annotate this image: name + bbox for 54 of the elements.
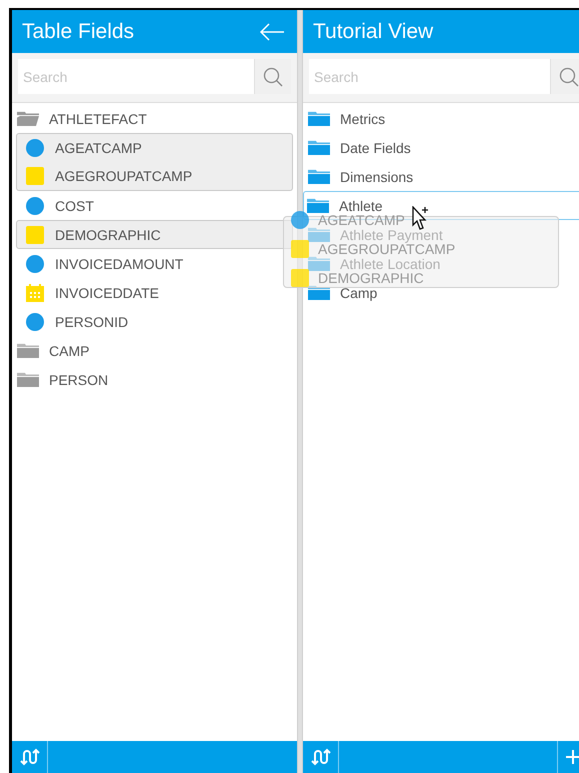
folder-icon <box>307 198 329 213</box>
folder-row[interactable]: Dimensions <box>303 169 579 184</box>
item-label: DEMOGRAPHIC <box>318 270 424 284</box>
item-label: CAMP <box>49 344 90 358</box>
item-label: Date Fields <box>340 140 411 154</box>
cursor-icon <box>412 206 430 232</box>
panel-title: Tutorial View <box>313 18 434 45</box>
folder-icon <box>308 256 330 271</box>
item-label: Metrics <box>340 112 386 126</box>
item-label: Athlete <box>339 198 383 212</box>
item-label: PERSONID <box>55 314 128 328</box>
item-label: AGEGROUPATCAMP <box>55 169 192 183</box>
item-label: COST <box>55 198 94 212</box>
folder-row[interactable]: CAMP <box>16 336 293 365</box>
item-label: INVOICEDDATE <box>55 286 159 300</box>
folder-row[interactable]: Camp <box>303 285 579 300</box>
folder-icon <box>308 169 330 184</box>
folder-icon <box>308 111 330 126</box>
search-icon <box>559 66 579 86</box>
folder-icon <box>17 372 39 387</box>
folder-row[interactable]: Date Fields <box>303 140 579 155</box>
folder-icon <box>308 140 330 155</box>
swap-arrows-icon <box>310 748 330 766</box>
item-label: ATHLETEFACT <box>49 112 147 126</box>
field-row[interactable]: DEMOGRAPHIC <box>16 220 293 249</box>
item-label: PERSON <box>49 372 108 386</box>
search-field[interactable]: Search <box>18 59 254 94</box>
field-row[interactable]: AGEGROUPATCAMP <box>16 162 293 191</box>
field-row[interactable]: COST <box>16 191 293 220</box>
item-label: INVOICEDAMOUNT <box>55 256 184 270</box>
plus-icon <box>566 750 579 764</box>
item-label: Athlete Location <box>340 256 440 270</box>
folder-icon <box>17 111 39 126</box>
field-row[interactable]: INVOICEDDATE <box>16 278 293 307</box>
field-row[interactable]: PERSONID <box>16 307 293 336</box>
field-row[interactable]: AGEATCAMP <box>16 133 293 162</box>
swap-arrows-icon <box>20 748 40 766</box>
folder-icon <box>17 343 39 358</box>
folder-icon <box>308 227 330 242</box>
item-label: DEMOGRAPHIC <box>55 228 161 242</box>
item-label: Dimensions <box>340 170 414 184</box>
item-label: Camp <box>340 286 378 300</box>
folder-icon <box>308 285 330 300</box>
folder-row[interactable]: ATHLETEFACT <box>16 104 293 133</box>
search-field[interactable]: Search <box>309 59 550 94</box>
folder-row[interactable]: Metrics <box>303 111 579 126</box>
field-row[interactable]: INVOICEDAMOUNT <box>16 249 293 278</box>
folder-row[interactable]: PERSON <box>16 365 293 394</box>
panel-title: Table Fields <box>22 18 134 45</box>
item-label: AGEGROUPATCAMP <box>318 242 456 256</box>
back-arrow-icon[interactable] <box>259 22 285 40</box>
item-label: Athlete Payment <box>340 228 443 242</box>
search-icon <box>263 66 283 86</box>
item-label: AGEATCAMP <box>55 141 142 155</box>
